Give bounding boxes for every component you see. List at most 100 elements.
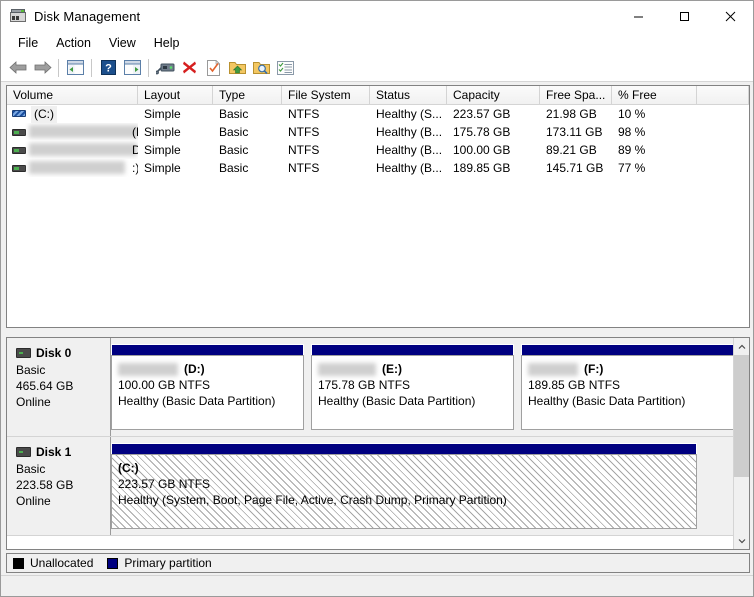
column-header-capacity[interactable]: Capacity — [447, 86, 540, 104]
capacity-cell: 189.85 GB — [453, 161, 511, 175]
forward-button[interactable] — [30, 56, 54, 80]
column-header-type[interactable]: Type — [213, 86, 282, 104]
column-header-blank[interactable] — [697, 86, 749, 104]
disk-icon — [16, 348, 31, 358]
disk-name: Disk 0 — [36, 346, 72, 360]
list-view-icon[interactable] — [273, 56, 297, 80]
table-row[interactable]: D:) Simple Basic NTFS Healthy (B... 100.00 GB… — [7, 141, 749, 159]
column-header-layout[interactable]: Layout — [138, 86, 213, 104]
svg-text:?: ? — [105, 63, 112, 75]
disk-type: Basic — [16, 462, 46, 476]
partition-status: Healthy (Basic Data Partition) — [318, 394, 476, 408]
red-x-icon[interactable] — [177, 56, 201, 80]
toolbar-separator — [58, 58, 59, 77]
partition-block[interactable]: (D:) 100.00 GB NTFS Healthy (Basic Data Pa… — [111, 344, 304, 430]
partition-drive-letter: (E:) — [382, 362, 402, 376]
capacity-cell: 100.00 GB — [453, 143, 511, 157]
menu-file[interactable]: File — [9, 34, 47, 52]
volume-cell[interactable]: :) — [7, 159, 138, 177]
volume-cell[interactable]: (E:) — [7, 123, 138, 141]
scroll-up-arrow-icon[interactable] — [734, 338, 749, 355]
disk-management-window: Disk Management File Action View Help ? … — [0, 0, 754, 597]
scrollbar-thumb[interactable] — [734, 355, 749, 477]
partition-block[interactable]: (C:) 223.57 GB NTFS Healthy (System, Boot,… — [111, 443, 697, 529]
volume-label: (E:) — [132, 124, 138, 139]
partition-size-fs: 223.57 GB NTFS — [118, 477, 211, 491]
status-cell: Healthy (B... — [376, 161, 443, 175]
percent-free-cell: 10 % — [618, 107, 646, 121]
column-header-file-system[interactable]: File System — [282, 86, 370, 104]
legend-swatch-unallocated — [13, 557, 24, 569]
disk-icon — [16, 447, 31, 457]
disk-info[interactable]: Disk 1 Basic 223.58 GB Online — [7, 437, 111, 535]
volume-cell[interactable]: (C:) — [7, 105, 138, 123]
column-header-status[interactable]: Status — [370, 86, 447, 104]
table-row[interactable]: (E:) Simple Basic NTFS Healthy (B... 175.78 G… — [7, 123, 749, 141]
capacity-cell: 223.57 GB — [453, 107, 511, 121]
partition-color-bar — [521, 344, 734, 355]
column-header-free-spa[interactable]: Free Spa... — [540, 86, 612, 104]
layout-cell: Simple — [144, 125, 181, 139]
partition-strip: (D:) 100.00 GB NTFS Healthy (Basic Data Pa… — [111, 338, 749, 436]
column-header--free[interactable]: % Free — [612, 86, 697, 104]
menu-view[interactable]: View — [100, 34, 145, 52]
percent-free-cell: 89 % — [618, 143, 646, 157]
menu-action[interactable]: Action — [47, 34, 100, 52]
volume-cell[interactable]: D:) — [7, 141, 138, 159]
minimize-button[interactable] — [615, 1, 661, 31]
volume-label: (C:) — [31, 105, 57, 123]
redacted-partition-label — [318, 362, 376, 376]
disk-scan-icon[interactable] — [153, 56, 177, 80]
window-controls — [615, 1, 753, 31]
folder-magnifier-icon[interactable] — [249, 56, 273, 80]
back-button[interactable] — [6, 56, 30, 80]
system-volume-icon — [11, 106, 27, 122]
layout-cell: Simple — [144, 161, 181, 175]
title-bar: Disk Management — [1, 1, 753, 31]
legend-item-primary-partition: Primary partition — [107, 556, 212, 570]
disk-panel[interactable]: Disk 0 Basic 465.64 GB Online (D:) 100.00 GB … — [7, 338, 749, 437]
console-tree-icon[interactable] — [63, 56, 87, 80]
partition-details: (C:) 223.57 GB NTFS Healthy (System, Boot,… — [111, 454, 697, 529]
partition-status: Healthy (Basic Data Partition) — [528, 394, 686, 408]
disk-title: Disk 0 — [16, 345, 110, 361]
type-cell: Basic — [219, 125, 249, 139]
help-question-icon[interactable]: ? — [96, 56, 120, 80]
pane-splitter[interactable] — [1, 331, 753, 336]
scroll-down-arrow-icon[interactable] — [734, 532, 749, 549]
folder-up-arrow-icon[interactable] — [225, 56, 249, 80]
redacted-volume-name — [29, 125, 138, 138]
disk-size: 223.58 GB — [16, 478, 74, 492]
percent-free-cell: 77 % — [618, 161, 646, 175]
table-row[interactable]: (C:) Simple Basic NTFS Healthy (S... 223.57 G… — [7, 105, 749, 123]
close-button[interactable] — [707, 1, 753, 31]
drive-volume-icon — [11, 142, 27, 158]
menu-help[interactable]: Help — [145, 34, 189, 52]
graphical-view-scrollbar[interactable] — [733, 338, 749, 549]
disk-panel[interactable]: Disk 1 Basic 223.58 GB Online (C:) 223.57 GB … — [7, 437, 749, 536]
maximize-button[interactable] — [661, 1, 707, 31]
percent-free-cell: 98 % — [618, 125, 646, 139]
disk-drive-icon — [10, 8, 26, 24]
legend-label-primary-partition: Primary partition — [124, 556, 212, 570]
action-pane-icon[interactable] — [120, 56, 144, 80]
file-system-cell: NTFS — [288, 161, 320, 175]
partition-color-bar — [311, 344, 514, 355]
type-cell: Basic — [219, 107, 249, 121]
disk-info[interactable]: Disk 0 Basic 465.64 GB Online — [7, 338, 111, 436]
partition-drive-letter: (C:) — [118, 461, 139, 475]
volume-list-header: Volume Layout Type File System Status Capacit… — [7, 86, 749, 105]
column-header-volume[interactable]: Volume — [7, 86, 138, 104]
partition-block[interactable]: (F:) 189.85 GB NTFS Healthy (Basic Data Pa… — [521, 344, 734, 430]
properties-check-icon[interactable] — [201, 56, 225, 80]
table-row[interactable]: :) Simple Basic NTFS Healthy (B... 189.85 GB 1… — [7, 159, 749, 177]
partition-block[interactable]: (E:) 175.78 GB NTFS Healthy (Basic Data Pa… — [311, 344, 514, 430]
disk-title: Disk 1 — [16, 444, 110, 460]
layout-cell: Simple — [144, 143, 181, 157]
partition-status: Healthy (System, Boot, Page File, Active… — [118, 493, 507, 507]
graphical-view-pane[interactable]: Disk 0 Basic 465.64 GB Online (D:) 100.00 GB … — [6, 337, 750, 550]
disk-state: Online — [16, 395, 51, 409]
volume-list-pane[interactable]: Volume Layout Type File System Status Capacit… — [6, 85, 750, 328]
partition-strip: (C:) 223.57 GB NTFS Healthy (System, Boot,… — [111, 437, 749, 535]
redacted-partition-label — [118, 362, 178, 376]
